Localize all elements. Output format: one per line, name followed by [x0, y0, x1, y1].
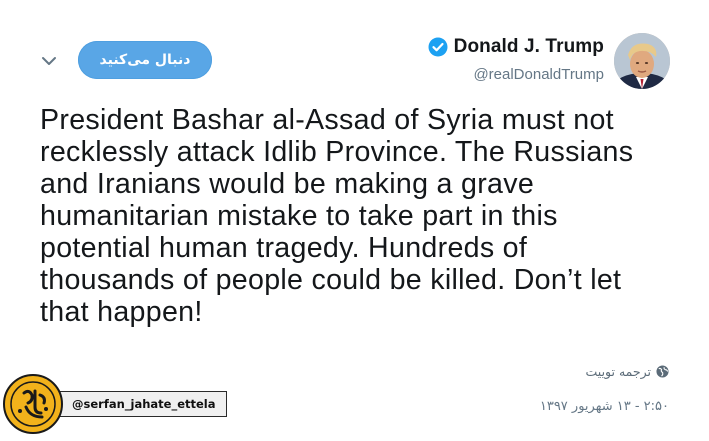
following-button[interactable]: دنبال می‌کنید	[78, 41, 212, 79]
globe-icon	[656, 365, 669, 378]
watermark: @serfan_jahate_ettela	[2, 373, 227, 435]
watermark-logo	[2, 373, 64, 435]
chevron-down-icon[interactable]	[40, 52, 58, 70]
avatar[interactable]	[614, 33, 670, 89]
verified-badge-icon	[428, 37, 448, 57]
author-handle[interactable]: @realDonaldTrump	[473, 66, 604, 83]
tweet-timestamp[interactable]: ۲:۵۰ - ۱۳ شهریور ۱۳۹۷	[540, 399, 669, 414]
tweet-text: President Bashar al-Assad of Syria must …	[40, 104, 634, 328]
author-display-name[interactable]: Donald J. Trump	[454, 36, 604, 58]
watermark-handle: @serfan_jahate_ettela	[54, 391, 227, 417]
author-name-row: Donald J. Trump	[428, 36, 604, 58]
translate-tweet-link[interactable]: ترجمه توییت	[586, 364, 669, 379]
tweet-card: دنبال می‌کنید Donald J. Trump @realDonal…	[0, 0, 709, 441]
translate-label: ترجمه توییت	[585, 364, 651, 379]
